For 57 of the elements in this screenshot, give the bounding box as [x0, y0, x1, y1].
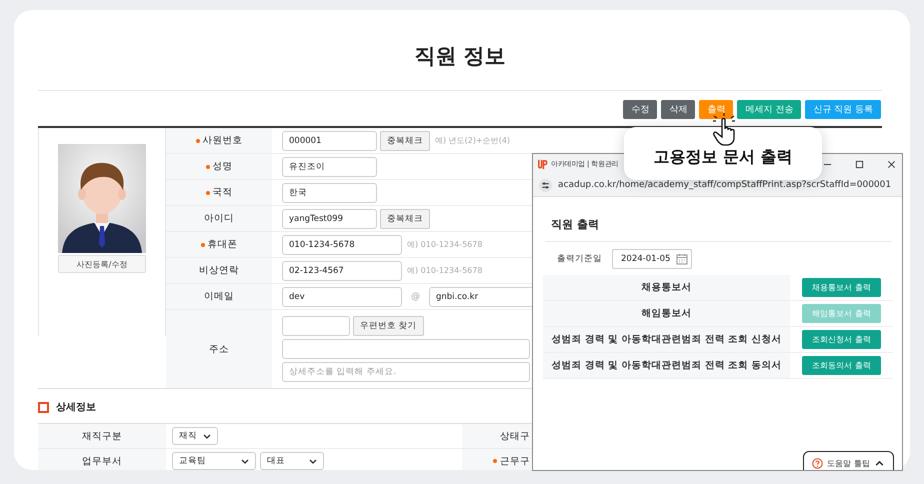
field-label: 주소 [209, 342, 229, 356]
zip-code-field[interactable] [282, 316, 350, 336]
chevron-down-icon [241, 458, 249, 464]
document-name: 성범죄 경력 및 아동학대관련범죄 전력 조회 동의서 [543, 353, 790, 379]
select-field[interactable]: 대표 [260, 452, 324, 470]
field-label: 상태구 [500, 430, 530, 442]
field-label: 사원번호 [202, 134, 242, 147]
document-name: 해임통보서 [543, 301, 790, 327]
date-field[interactable]: 2024-01-05 [612, 249, 692, 269]
document-name: 채용통보서 [543, 275, 790, 301]
hand-cursor-icon [712, 112, 736, 146]
close-icon[interactable] [887, 160, 896, 168]
help-tooltip-button[interactable]: 도움말 툴팁 [803, 451, 894, 470]
field-hint: 예) 010-1234-5678 [407, 265, 482, 276]
field-label: 업무부서 [82, 454, 122, 468]
site-settings-icon[interactable] [539, 178, 552, 192]
field-hint: 예) 년도(2)+순번(4) [435, 135, 510, 146]
calendar-icon[interactable] [676, 253, 688, 265]
document-name: 성범죄 경력 및 아동학대관련범죄 전력 조회 신청서 [543, 327, 790, 353]
duplicate-check-button[interactable]: 중복체크 [380, 208, 430, 228]
field-label: 휴대폰 [208, 238, 238, 251]
field-label: 국적 [212, 186, 232, 199]
date-label: 출력기준일 [557, 253, 602, 265]
address-field[interactable] [282, 339, 530, 359]
page-title: 직원 정보 [38, 10, 882, 91]
text-field[interactable]: 000001 [282, 130, 377, 150]
maximize-icon[interactable] [855, 160, 864, 168]
popup-heading: 직원 출력 [545, 197, 892, 242]
chevron-down-icon [309, 458, 317, 464]
chevron-down-icon [203, 434, 211, 438]
tooltip: 고용정보 문서 출력 [624, 127, 822, 180]
at-sign: @ [411, 292, 420, 302]
select-field[interactable]: 교육팀 [172, 452, 256, 470]
field-label: 재직구분 [82, 430, 122, 442]
logo-icon [537, 158, 548, 170]
text-field[interactable]: 유진조이 [282, 156, 377, 176]
toolbar-button[interactable]: 삭제 [661, 100, 696, 119]
text-field[interactable]: 010-1234-5678 [282, 234, 402, 254]
address-detail-field[interactable]: 상세주소를 입력해 주세요. [282, 362, 530, 382]
section-title: 상세정보 [56, 401, 96, 414]
field-label: 이메일 [204, 290, 234, 303]
select-field[interactable]: 재직 [172, 427, 218, 445]
field-label: 아이디 [204, 212, 234, 225]
field-label: 성명 [212, 160, 232, 173]
toolbar-button[interactable]: 수정 [623, 100, 658, 119]
text-field[interactable]: yangTest099 [282, 208, 377, 228]
field-label: 비상연락 [199, 264, 239, 277]
text-field[interactable]: 02-123-4567 [282, 260, 402, 280]
field-hint: 예) 010-1234-5678 [407, 239, 482, 250]
zip-search-button[interactable]: 우편번호 찾기 [353, 316, 424, 336]
section-icon [38, 402, 49, 412]
email-user-field[interactable]: dev [282, 286, 402, 306]
text-field[interactable]: 한국 [282, 182, 377, 202]
field-label: 근무구 [500, 454, 530, 468]
duplicate-check-button[interactable]: 중복체크 [380, 130, 430, 150]
photo-upload-button[interactable]: 사진등록/수정 [58, 255, 146, 273]
question-icon [812, 458, 824, 468]
